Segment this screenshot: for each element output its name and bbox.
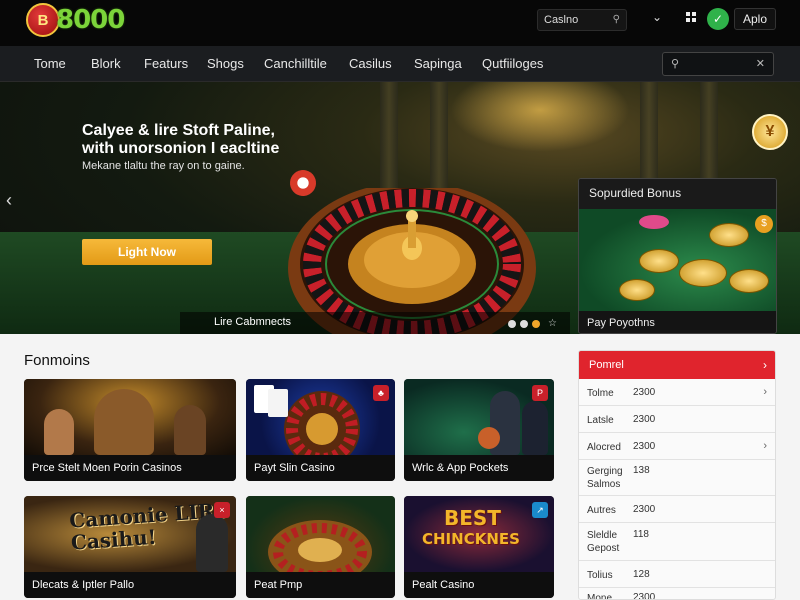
sidebar-row[interactable]: Alocred 2300 › <box>579 433 775 460</box>
promo-card[interactable]: BEST CHINCKNES ↗ Pealt Casino <box>404 496 554 598</box>
sidebar-row[interactable]: Tolme 2300 › <box>579 379 775 406</box>
promo-card-caption: Peat Pmp <box>246 572 395 598</box>
carousel-dots[interactable]: ☆ <box>508 318 557 329</box>
top-search-input[interactable]: Caslno ⚲ <box>537 9 627 31</box>
bonus-coins-image <box>579 209 776 311</box>
hero-cta-button[interactable]: Light Now <box>82 239 212 265</box>
sidebar-row[interactable]: Autres 2300 <box>579 496 775 523</box>
nav-item-tome[interactable]: Tome <box>34 56 66 71</box>
promo-card-caption: Payt Slin Casino <box>246 455 395 481</box>
close-icon[interactable]: ✕ <box>756 57 765 70</box>
carousel-dot[interactable] <box>508 319 516 328</box>
sidebar-row-value: 2300 <box>633 387 656 398</box>
card-badge-icon: P <box>532 385 548 401</box>
sidebar-row[interactable]: Tolius 128 <box>579 561 775 588</box>
promo-card-image <box>24 379 236 455</box>
bonus-card[interactable]: Sopurdied Bonus $ Pay Poyothns <box>578 178 777 334</box>
promo-card-caption: Prce Stelt Moen Porin Casinos <box>24 455 236 481</box>
promotions-title: Fonmoins <box>24 352 90 369</box>
sidebar-header-label: Pomrel <box>589 359 624 371</box>
chevron-right-icon: › <box>763 358 767 372</box>
logo-text: 8000 <box>56 5 125 35</box>
promo-card-caption: Pealt Casino <box>404 572 554 598</box>
sidebar-row-value: 2300 <box>633 504 656 515</box>
card-art-text: BEST <box>444 506 501 530</box>
roulette-wheel-image <box>268 520 372 572</box>
nav-item-qutfiiloges[interactable]: Qutfiiloges <box>482 56 543 71</box>
carousel-prev-icon[interactable]: ‹ <box>6 190 12 211</box>
nav-search-input[interactable]: ⚲ ✕ <box>662 52 774 76</box>
site-logo[interactable]: B 8000 <box>26 3 125 37</box>
promo-card-image: Camonie LIRS Casihu! <box>24 496 236 572</box>
card-badge-icon: ♣ <box>373 385 389 401</box>
hero-subtitle: Mekane tlaltu the ray on to gaine. <box>82 160 245 172</box>
dollar-icon: $ <box>755 215 773 233</box>
chevron-right-icon: › <box>763 440 767 452</box>
sidebar-row-label: Tolme <box>587 388 614 399</box>
card-badge-icon: × <box>214 502 230 518</box>
nav-item-featurs[interactable]: Featurs <box>144 56 188 71</box>
sidebar-row-value: 2300 <box>633 441 656 452</box>
card-art-text: CHINCKNES <box>422 530 520 548</box>
chandelier-image <box>450 82 630 152</box>
hero-caption: Lire Cabmnects <box>214 316 292 328</box>
sidebar-row[interactable]: Latsle 2300 <box>579 406 775 433</box>
apps-grid-icon[interactable] <box>686 12 696 22</box>
sidebar-row-label: Tolius <box>587 570 613 581</box>
hero-title-line1: Calyee & lire Stoft Paline, <box>82 122 275 139</box>
sidebar-row-value: 2300 <box>633 592 656 600</box>
promo-card[interactable]: Camonie LIRS Casihu! × Dlecats & Iptler … <box>24 496 236 598</box>
main-nav: Tome Blork Featurs Shogs Canchilltile Ca… <box>0 46 800 82</box>
sidebar-row-value: 118 <box>633 529 649 540</box>
sidebar-row-label: Latsle <box>587 415 614 426</box>
verified-check-icon[interactable]: ✓ <box>707 8 729 30</box>
sidebar-row[interactable]: Mone 2300 <box>579 588 775 600</box>
top-bar: B 8000 Caslno ⚲ ⌄ ✓ Aplo <box>0 0 800 46</box>
carousel-dot-active[interactable] <box>532 319 540 328</box>
sidebar-header[interactable]: Pomrel › <box>579 351 775 379</box>
sidebar-row-label: Sleldle Gepost <box>587 530 620 554</box>
card-badge-icon: ↗ <box>532 502 548 518</box>
promo-card[interactable]: P Wrlc & App Pockets <box>404 379 554 481</box>
bonus-card-title: Sopurdied Bonus <box>579 179 776 209</box>
promo-card-caption: Dlecats & Iptler Pallo <box>24 572 236 598</box>
nav-item-canchilltile[interactable]: Canchilltile <box>264 56 327 71</box>
nav-item-blork[interactable]: Blork <box>91 56 121 71</box>
apply-button[interactable]: Aplo <box>734 8 776 30</box>
sidebar-row-value: 2300 <box>633 414 656 425</box>
search-icon: ⚲ <box>671 58 680 70</box>
nav-item-casilus[interactable]: Casilus <box>349 56 392 71</box>
bonus-card-footer: Pay Poyothns <box>579 311 776 333</box>
hero-title-line2: with unorsonion I eacltine <box>82 140 280 157</box>
promo-card[interactable]: ♣ Payt Slin Casino <box>246 379 395 481</box>
promo-card[interactable]: Peat Pmp <box>246 496 395 598</box>
sidebar-row-label: Autres <box>587 505 616 516</box>
promo-card[interactable]: Prce Stelt Moen Porin Casinos <box>24 379 236 481</box>
search-icon: ⚲ <box>612 14 620 25</box>
nav-item-shogs[interactable]: Shogs <box>207 56 244 71</box>
nav-item-sapinga[interactable]: Sapinga <box>414 56 462 71</box>
sidebar-row[interactable]: Gerging Salmos 138 <box>579 460 775 496</box>
sidebar-row-label: Alocred <box>587 442 621 453</box>
coin-icon[interactable]: ¥ <box>752 114 788 150</box>
star-icon[interactable]: ☆ <box>548 318 557 329</box>
logo-badge-icon: B <box>26 3 60 37</box>
sidebar-row-value: 128 <box>633 569 650 580</box>
carousel-dot[interactable] <box>520 319 528 328</box>
sidebar-row-value: 138 <box>633 465 650 476</box>
chip-stack-image <box>639 215 669 229</box>
chevron-right-icon: › <box>763 386 767 398</box>
promo-card-image <box>246 496 395 572</box>
sidebar-row-label: Mone <box>587 593 613 600</box>
top-search-value: Caslno <box>544 14 579 26</box>
promo-card-caption: Wrlc & App Pockets <box>404 455 554 481</box>
sidebar-row-label: Gerging Salmos <box>587 466 623 490</box>
sidebar-row[interactable]: Sleldle Gepost 118 <box>579 523 775 561</box>
chevron-down-icon[interactable]: ⌄ <box>652 10 662 24</box>
hero-title: Calyee & lire Stoft Paline, with unorson… <box>82 122 279 158</box>
sidebar-panel: Pomrel › Tolme 2300 › Latsle 2300 Alocre… <box>578 350 776 600</box>
